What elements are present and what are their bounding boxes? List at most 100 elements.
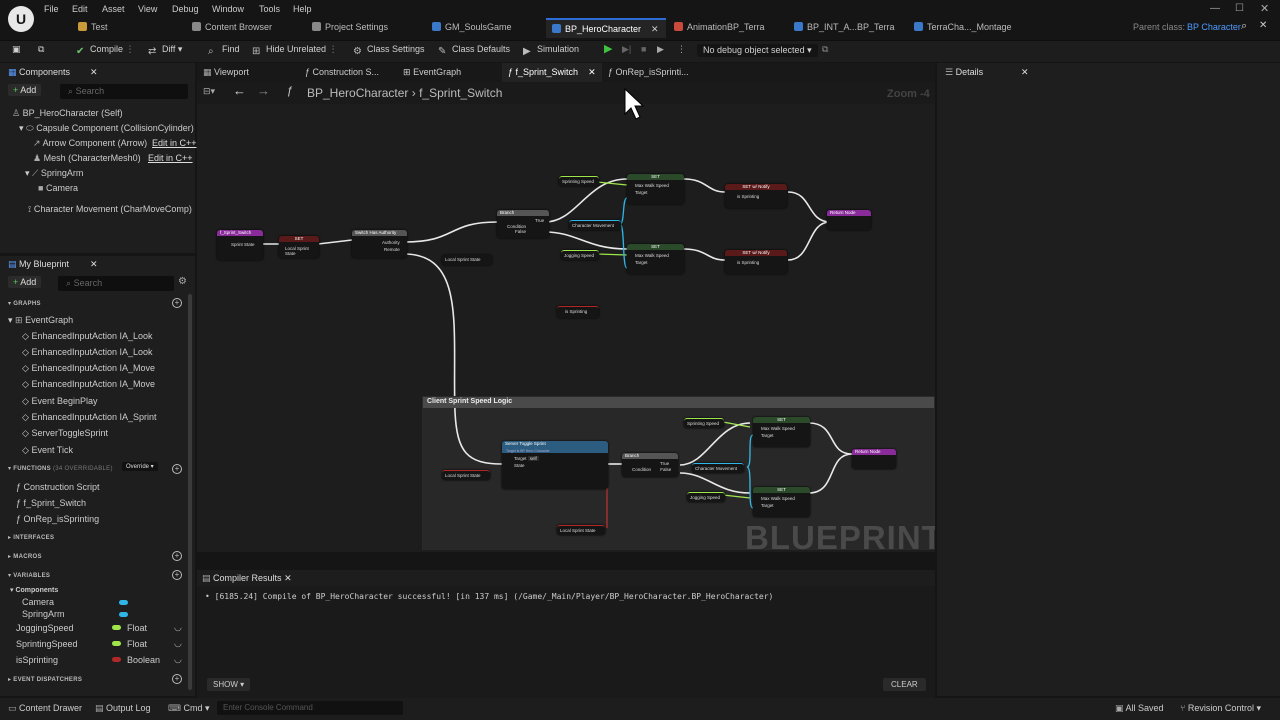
set-with-notify-node[interactable]: SET w/ Notify is Sprinting [725, 184, 787, 208]
close-tab-icon[interactable]: ✕ [284, 573, 292, 583]
edit-in-cpp-link[interactable]: Edit in C++ [148, 153, 193, 168]
my-blueprint-search-input[interactable]: ⌕ Search [58, 276, 174, 291]
functions-section-header[interactable]: ▾ FUNCTIONS (34 OVERRIDABLE) [8, 465, 113, 472]
set-max-walk-speed-node[interactable]: SET Max Walk Speed Target [753, 417, 810, 447]
tab-f-sprint-switch[interactable]: ƒ f_Sprint_Switch ✕ [502, 63, 602, 83]
variable-springarm[interactable]: SpringArm [22, 609, 65, 624]
debug-filter-icon[interactable]: ⧉ [822, 44, 828, 55]
variable-type[interactable]: Float [112, 623, 147, 638]
doc-tab-montage[interactable]: TerraCha..._Montage [908, 18, 1018, 38]
add-dispatcher-icon[interactable]: + [172, 674, 182, 684]
maximize-icon[interactable]: ☐ [1235, 3, 1244, 14]
stop-icon[interactable]: ■ [641, 44, 646, 54]
switch-has-authority-node[interactable]: Switch Has Authority Authority Remote [352, 230, 407, 258]
character-movement-getter[interactable]: Character Movement [569, 220, 621, 230]
output-log-button[interactable]: ▤ Output Log [95, 703, 151, 714]
sprinting-speed-getter[interactable]: Sprinting Speed [684, 418, 724, 428]
menu-debug[interactable]: Debug [172, 4, 199, 14]
event-item[interactable]: ◇ EnhancedInputAction IA_Look [22, 331, 153, 346]
doc-tab-bp-herocharacter[interactable]: BP_HeroCharacter ✕ [546, 18, 666, 38]
return-node[interactable]: Return Node [852, 449, 896, 469]
set-max-walk-speed-node[interactable]: SET Max Walk Speed Target [753, 487, 810, 517]
close-panel-icon[interactable]: ✕ [1021, 67, 1029, 78]
cmd-dropdown[interactable]: ⌨ Cmd ▾ [168, 703, 210, 714]
add-variable-icon[interactable]: + [172, 570, 182, 580]
eject-icon[interactable]: ▶ [657, 44, 664, 55]
local-sprint-state-getter[interactable]: Local Sprint State [442, 470, 490, 480]
tab-onrep-issprinting[interactable]: ƒ OnRep_isSprinti... [602, 63, 695, 83]
menu-edit[interactable]: Edit [72, 4, 88, 14]
event-item[interactable]: ◇ EnhancedInputAction IA_Sprint [22, 412, 157, 427]
graph-eventgraph[interactable]: ▾ ⊞ EventGraph [8, 315, 73, 330]
close-tab-icon[interactable]: ✕ [588, 67, 596, 77]
set-max-walk-speed-node[interactable]: SET Max Walk Speed Target [627, 174, 684, 204]
component-springarm[interactable]: ▾ ⟋ SpringArm [25, 168, 83, 183]
component-capsule[interactable]: ▾ ⬭ Capsule Component (CollisionCylinder… [19, 123, 194, 138]
menu-window[interactable]: Window [212, 4, 244, 14]
browse-icon[interactable]: ⧉ [38, 44, 44, 55]
menu-help[interactable]: Help [293, 4, 312, 14]
find-button[interactable]: ⌕ Find [208, 44, 240, 57]
interfaces-section-header[interactable]: ▸ INTERFACES [8, 534, 54, 541]
function-item[interactable]: ƒ OnRep_isSprinting [16, 514, 99, 529]
debug-object-select[interactable]: No debug object selected ▾ [697, 44, 818, 57]
eye-icon[interactable]: ◡ [174, 622, 182, 633]
class-settings-button[interactable]: ⚙ Class Settings [353, 44, 425, 57]
add-graph-icon[interactable]: + [172, 298, 182, 308]
variable-is-sprinting[interactable]: isSprinting [16, 655, 58, 670]
set-local-node[interactable]: SET Local Sprint State [279, 236, 319, 258]
step-icon[interactable]: ▶| [622, 44, 631, 55]
set-with-notify-node[interactable]: SET w/ Notify is Sprinting [725, 250, 787, 274]
doc-tab-test[interactable]: Test [72, 18, 114, 38]
add-macro-icon[interactable]: + [172, 551, 182, 561]
doc-tab-animationbp-terra[interactable]: AnimationBP_Terra [668, 18, 771, 38]
add-function-icon[interactable]: + [172, 464, 182, 474]
diff-button[interactable]: ⇄ Diff ▾ [148, 44, 182, 57]
function-entry-node[interactable]: f_Sprint_Switch Sprint State [217, 230, 263, 260]
return-node[interactable]: Return Node [827, 210, 871, 230]
edit-in-cpp-link[interactable]: Edit in C++ [152, 138, 197, 153]
content-drawer-button[interactable]: ▭ Content Drawer [8, 703, 82, 714]
play-icon[interactable]: ▶ [604, 42, 612, 55]
console-command-input[interactable]: Enter Console Command [217, 701, 403, 715]
menu-view[interactable]: View [138, 4, 157, 14]
close-tab-icon[interactable]: ✕ [651, 24, 659, 34]
jogging-speed-getter[interactable]: Jogging Speed [687, 492, 725, 502]
close-panel-icon[interactable]: ✕ [90, 259, 98, 270]
set-max-walk-speed-node[interactable]: SET Max Walk Speed Target [627, 244, 684, 274]
clear-button[interactable]: CLEAR [883, 678, 926, 691]
jogging-speed-getter[interactable]: Jogging Speed [561, 250, 599, 260]
scrollbar[interactable] [188, 294, 192, 690]
search-icon[interactable]: ⌕ [1241, 20, 1247, 33]
event-item[interactable]: ◇ EnhancedInputAction IA_Move [22, 379, 155, 394]
server-toggle-sprint-node[interactable]: Server Toggle Sprint Target is BP Hero Ch… [502, 441, 608, 489]
eye-icon[interactable]: ◡ [174, 654, 182, 665]
close-icon[interactable]: ✕ [1259, 20, 1267, 31]
variable-jogging-speed[interactable]: JoggingSpeed [16, 623, 74, 638]
add-member-button[interactable]: + Add [8, 276, 42, 288]
doc-tab-bp-int[interactable]: BP_INT_A...BP_Terra [788, 18, 901, 38]
component-mesh[interactable]: ♟ Mesh (CharacterMesh0) [33, 153, 141, 168]
local-sprint-state-getter[interactable]: Local Sprint State [557, 525, 605, 535]
character-movement-getter[interactable]: Character Movement [692, 463, 744, 473]
show-button[interactable]: SHOW ▾ [207, 678, 251, 691]
variables-section-header[interactable]: ▾ VARIABLES [8, 572, 50, 579]
save-icon[interactable]: ▣ [12, 44, 21, 55]
event-item[interactable]: ◇ Event Tick [22, 445, 73, 460]
menu-asset[interactable]: Asset [102, 4, 125, 14]
branch-node[interactable]: Branch True Condition False [497, 210, 549, 238]
component-character-movement[interactable]: ⟟ Character Movement (CharMoveComp) [28, 204, 192, 219]
function-item[interactable]: ƒ Construction Script [16, 482, 100, 497]
event-item[interactable]: ◇ EnhancedInputAction IA_Look [22, 347, 153, 362]
tab-eventgraph[interactable]: ⊞ EventGraph [397, 63, 467, 83]
doc-tab-content-browser[interactable]: Content Browser [186, 18, 278, 38]
comment-box[interactable]: Client Sprint Speed Logic BLUEPRINT [422, 396, 935, 552]
all-saved-indicator[interactable]: ▣ All Saved [1115, 703, 1164, 714]
event-item[interactable]: ◇ ServerToggleSprint [22, 428, 108, 443]
doc-tab-project-settings[interactable]: Project Settings [306, 18, 394, 38]
add-component-button[interactable]: + Add [8, 84, 42, 96]
branch-node[interactable]: Branch True Condition False [622, 453, 678, 477]
class-defaults-button[interactable]: ✎ Class Defaults [438, 44, 510, 57]
compile-button[interactable]: ✔ Compile ⋮ [76, 44, 135, 57]
close-panel-icon[interactable]: ✕ [90, 67, 98, 78]
